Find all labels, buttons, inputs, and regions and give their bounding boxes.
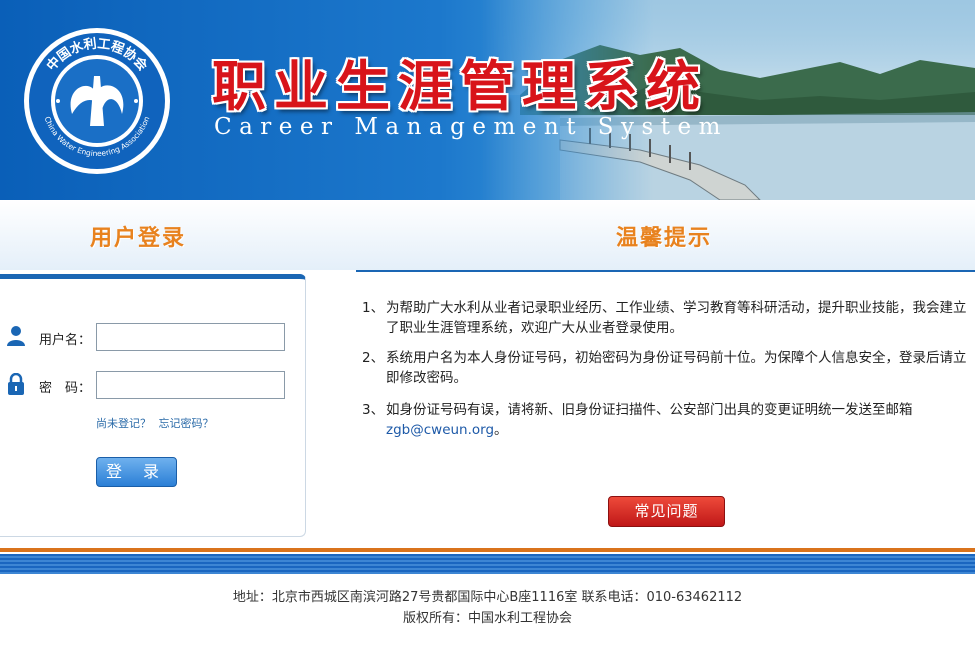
tip-item-3: 3、 如身份证号码有误，请将新、旧身份证扫描件、公安部门出具的变更证明统一发送至… <box>362 400 974 440</box>
tip-number: 1、 <box>362 300 385 316</box>
system-title-en: Career Management System <box>214 114 728 140</box>
tip-text: 如身份证号码有误，请将新、旧身份证扫描件、公安部门出具的变更证明统一发送至邮箱 <box>386 402 913 418</box>
tips-divider <box>356 270 975 272</box>
register-link[interactable]: 尚未登记？ <box>96 417 151 430</box>
tip-number: 3、 <box>362 402 385 418</box>
user-icon <box>7 326 25 346</box>
tip-item-2: 2、 系统用户名为本人身份证号码，初始密码为身份证号码前十位。为保障个人信息安全… <box>362 348 974 388</box>
account-links: 尚未登记？ 忘记密码？ <box>96 415 218 431</box>
email-link[interactable]: zgb@cweun.org <box>386 422 494 438</box>
username-label: 用户名： <box>39 333 92 348</box>
footer-divider-strip <box>0 548 975 574</box>
tip-item-1: 1、 为帮助广大水利从业者记录职业经历、工作业绩、学习教育等科研活动，提升职业技… <box>362 298 974 338</box>
login-button[interactable]: 登 录 <box>96 457 177 487</box>
username-input[interactable] <box>96 323 285 351</box>
password-input[interactable] <box>96 371 285 399</box>
tip-text-wrap: 如身份证号码有误，请将新、旧身份证扫描件、公安部门出具的变更证明统一发送至邮箱 z… <box>362 400 974 440</box>
footer-copyright: 版权所有：中国水利工程协会 <box>402 611 572 626</box>
tips-section-title: 温馨提示 <box>616 226 713 251</box>
footer-address: 地址：北京市西城区南滨河路27号贵都国际中心B座1116室 联系电话：010-6… <box>232 590 743 605</box>
login-section-title: 用户登录 <box>90 226 187 251</box>
forgot-password-link[interactable]: 忘记密码？ <box>159 417 214 430</box>
site-header: 中国水利工程协会 China Water Engineering Associa… <box>0 0 975 200</box>
password-label: 密 码： <box>39 381 92 396</box>
tip-text: 系统用户名为本人身份证号码，初始密码为身份证号码前十位。为保障个人信息安全，登录… <box>386 350 967 386</box>
tip-suffix: 。 <box>494 422 508 438</box>
lock-icon <box>8 373 24 395</box>
faq-button[interactable]: 常见问题 <box>608 496 725 527</box>
tip-text: 为帮助广大水利从业者记录职业经历、工作业绩、学习教育等科研活动，提升职业技能，我… <box>386 300 967 336</box>
association-logo: 中国水利工程协会 China Water Engineering Associa… <box>24 28 170 174</box>
system-title-cn: 职业生涯管理系统 <box>212 54 708 118</box>
tip-number: 2、 <box>362 350 385 366</box>
login-panel <box>0 274 306 537</box>
